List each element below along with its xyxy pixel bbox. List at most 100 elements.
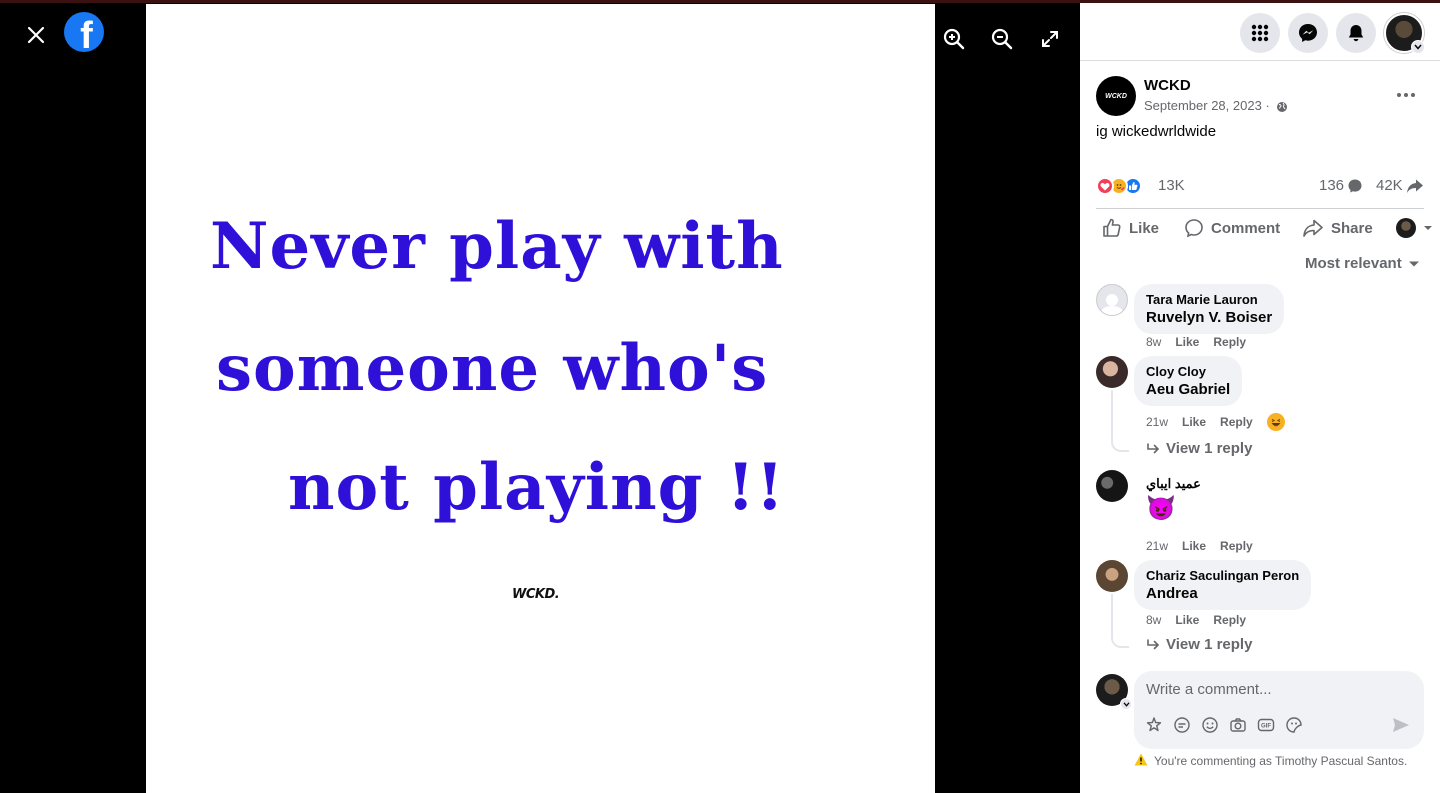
thread-line (1111, 594, 1129, 648)
zoom-in-icon[interactable] (940, 25, 968, 53)
comment-like-button[interactable]: Like (1175, 613, 1199, 627)
chevron-down-icon (1120, 698, 1132, 710)
chevron-down-icon (1408, 261, 1419, 266)
comment-meta: 8w Like Reply (1146, 613, 1246, 627)
view-replies-button[interactable]: View 1 reply (1146, 440, 1252, 457)
reaction-count[interactable]: 13K (1158, 177, 1185, 194)
gif-icon[interactable]: GIF (1256, 715, 1276, 735)
page-name[interactable]: WCKD (1144, 77, 1191, 94)
globe-icon (1277, 101, 1288, 112)
post-caption: ig wickedwrldwide (1096, 123, 1217, 140)
commenter-avatar[interactable] (1096, 356, 1128, 388)
comment-input[interactable] (1146, 681, 1406, 698)
react-as-profile-button[interactable] (1396, 209, 1433, 247)
top-bar (1080, 3, 1440, 61)
comment-bubble: Chariz Saculingan Peron Andrea (1134, 560, 1312, 610)
commenter-avatar[interactable] (1096, 284, 1128, 316)
comment-meta: 8w Like Reply (1146, 335, 1246, 349)
profile-mini-avatar (1396, 218, 1416, 238)
haha-reaction-icon[interactable] (1266, 413, 1285, 431)
comment-time[interactable]: 8w (1146, 335, 1161, 349)
comments-count[interactable]: 136 (1319, 177, 1363, 194)
comment-time[interactable]: 8w (1146, 613, 1161, 627)
comment-like-button[interactable]: Like (1182, 539, 1206, 553)
like-icon (1103, 218, 1121, 237)
quote-line-2: someone who's (216, 331, 769, 406)
love-reaction-icon (1096, 177, 1114, 195)
quote-line-1: Never play with (210, 209, 784, 284)
comment-meta: 21w Like Reply (1146, 413, 1285, 431)
comment-meta: 21w Like Reply (1146, 539, 1253, 553)
comment-time[interactable]: 21w (1146, 415, 1168, 429)
zoom-out-icon[interactable] (988, 25, 1016, 53)
shares-count[interactable]: 42K (1376, 177, 1424, 194)
comment-bubble: Tara Marie Lauron Ruvelyn V. Boiser (1134, 284, 1285, 334)
comment-composer: GIF (1134, 671, 1424, 749)
comment-reply-button[interactable]: Reply (1213, 335, 1246, 349)
post-panel: WCKD WCKD September 28, 2023 · ig wicked… (1080, 3, 1440, 793)
close-icon[interactable] (20, 19, 52, 51)
reaction-icons[interactable] (1096, 177, 1142, 195)
page-avatar[interactable]: WCKD (1096, 76, 1136, 116)
facebook-logo[interactable]: f (64, 12, 104, 52)
comment-bubble-icon (1348, 179, 1362, 192)
post-date[interactable]: September 28, 2023 · (1144, 98, 1288, 113)
like-button[interactable]: Like (1102, 209, 1159, 247)
comment-body: عميد ايباي 😈 (1146, 476, 1201, 523)
comment-time[interactable]: 21w (1146, 539, 1168, 553)
reply-arrow-icon (1147, 442, 1160, 453)
menu-grid-icon[interactable] (1240, 13, 1280, 53)
commenting-as-notice: You're commenting as Timothy Pascual San… (1154, 754, 1408, 768)
share-label: Share (1331, 219, 1373, 237)
composer-avatar[interactable] (1096, 674, 1132, 710)
comment-reply-button[interactable]: Reply (1220, 415, 1253, 429)
account-avatar[interactable] (1384, 13, 1425, 54)
comment-text[interactable]: Andrea (1146, 585, 1299, 602)
comment-button[interactable]: Comment (1184, 209, 1280, 247)
sticker-face-icon[interactable] (1284, 715, 1304, 735)
thread-line (1111, 390, 1129, 452)
chevron-down-icon (1424, 226, 1432, 230)
avatar-sticker-icon[interactable] (1144, 715, 1164, 735)
view-replies-label: View 1 reply (1166, 440, 1253, 457)
more-icon[interactable] (1392, 81, 1420, 109)
comment-text[interactable]: Ruvelyn V. Boiser (1146, 309, 1272, 326)
comment-reply-button[interactable]: Reply (1220, 539, 1253, 553)
warning-icon (1134, 753, 1148, 766)
like-label: Like (1129, 219, 1160, 237)
emoji-icon[interactable] (1200, 715, 1220, 735)
post-header: WCKD WCKD September 28, 2023 · (1080, 61, 1440, 125)
comment-author[interactable]: Tara Marie Lauron (1146, 292, 1272, 307)
view-replies-label: View 1 reply (1166, 636, 1253, 653)
bell-icon[interactable] (1336, 13, 1376, 53)
fullscreen-icon[interactable] (1036, 25, 1064, 53)
post-actions: Like Comment Share (1096, 208, 1432, 248)
reactions-summary: 13K 136 42K (1096, 173, 1424, 199)
messenger-icon[interactable] (1288, 13, 1328, 53)
share-button[interactable]: Share (1302, 209, 1373, 247)
comment-reply-button[interactable]: Reply (1213, 613, 1246, 627)
comment-author[interactable]: عميد ايباي (1146, 476, 1201, 492)
comment-author[interactable]: Chariz Saculingan Peron (1146, 568, 1299, 583)
reply-arrow-icon (1147, 638, 1160, 649)
share-arrow-icon (1406, 179, 1423, 193)
comment-author[interactable]: Cloy Cloy (1146, 364, 1230, 379)
sort-label: Most relevant (1305, 255, 1402, 272)
share-icon (1303, 219, 1323, 237)
svg-text:GIF: GIF (1261, 724, 1271, 730)
sticker-icon[interactable] (1172, 715, 1192, 735)
commenter-avatar[interactable] (1096, 470, 1128, 502)
post-date-text: September 28, 2023 · (1144, 98, 1270, 113)
comments-count-value: 136 (1319, 177, 1345, 194)
comment-like-button[interactable]: Like (1175, 335, 1199, 349)
view-replies-button[interactable]: View 1 reply (1146, 636, 1252, 653)
comment-text[interactable]: 😈 (1146, 494, 1201, 523)
wckd-signature: WCKD. (512, 587, 560, 602)
composer-tools: GIF (1144, 715, 1304, 735)
commenter-avatar[interactable] (1096, 560, 1128, 592)
send-icon[interactable] (1392, 717, 1410, 738)
comment-like-button[interactable]: Like (1182, 415, 1206, 429)
camera-icon[interactable] (1228, 715, 1248, 735)
comment-text[interactable]: Aeu Gabriel (1146, 381, 1230, 398)
sort-comments-dropdown[interactable]: Most relevant (1305, 255, 1420, 272)
